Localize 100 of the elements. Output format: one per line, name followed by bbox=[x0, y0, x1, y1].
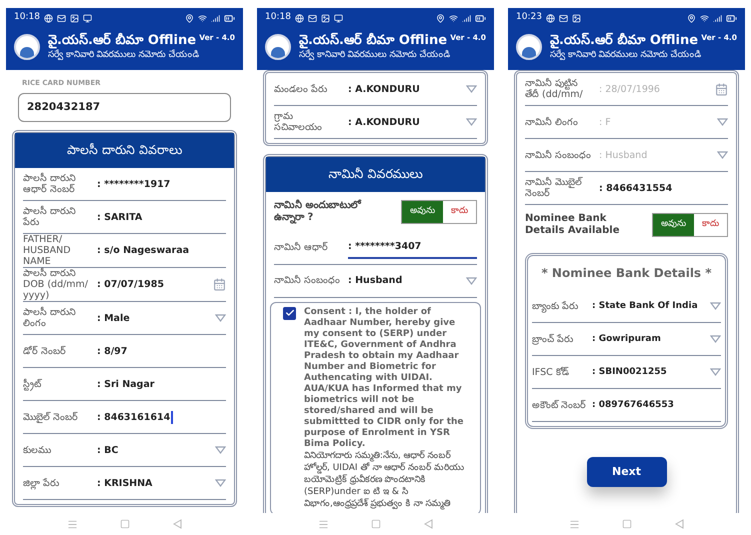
dropdown-triangle-icon[interactable] bbox=[215, 446, 226, 454]
field-label: డోర్ నెంబర్ bbox=[23, 346, 68, 356]
logo-icon bbox=[516, 34, 542, 60]
consent-text-telugu: వినియోగదారు సమ్మతి:నేను, ఆధార్ నంబర్ హోల్డర్, UIDAI తో నా ఆధార్ నంబర్ మరియు బయోమెట్రిక్ ధ్రువీకరణ పొందటానికి (SERP)under ఐ టి ఇ & సి విభాగం,ఆంధ్రప్రదేశ్ ప్రభుత్వం కి నా సమ్మతి bbox=[304, 450, 465, 510]
field-value[interactable]: : State Bank Of India bbox=[592, 300, 698, 312]
screen-icon bbox=[334, 14, 343, 22]
field-label: నామినీ లింగం bbox=[525, 116, 580, 128]
next-button[interactable]: Next bbox=[586, 457, 666, 487]
calendar-icon[interactable] bbox=[213, 278, 226, 291]
question-label: నామినీ అందుబాటులో ఉన్నారా ? bbox=[274, 200, 362, 224]
location-icon bbox=[687, 14, 696, 22]
mail-icon bbox=[558, 14, 568, 22]
battery-icon bbox=[726, 12, 737, 24]
wifi-icon bbox=[449, 14, 458, 22]
field-value[interactable]: : 8/97 bbox=[97, 344, 128, 358]
field-value[interactable]: : s/o Nageswaraa bbox=[97, 244, 190, 257]
field-label: IFSC కోడ్ bbox=[532, 366, 570, 378]
app-title: వై.యస్.ఆర్ బీమా Offline bbox=[48, 32, 196, 49]
logo-icon bbox=[265, 34, 291, 60]
field-label: నామినీ ఆధార్ bbox=[274, 242, 330, 254]
field-label: అకౌంట్ నెంబర్ bbox=[532, 400, 588, 410]
dropdown-triangle-icon[interactable] bbox=[710, 368, 721, 376]
field-label: కులము bbox=[23, 444, 52, 456]
back-icon[interactable] bbox=[172, 519, 182, 529]
dropdown-triangle-icon[interactable] bbox=[215, 479, 226, 487]
wifi-icon bbox=[700, 14, 709, 22]
rice-card-input[interactable]: 2820432187 bbox=[18, 92, 231, 122]
image-icon bbox=[572, 14, 581, 22]
field-value[interactable]: : SARITA bbox=[97, 210, 142, 224]
field-label: FATHER/ HUSBAND NAME bbox=[23, 234, 72, 267]
field-label: బ్యాంకు పేరు bbox=[532, 300, 580, 312]
mail-icon bbox=[308, 14, 317, 22]
consent-checkbox[interactable] bbox=[283, 306, 296, 320]
field-value[interactable]: : 8466431554 bbox=[599, 182, 672, 194]
field-value[interactable]: : Husband bbox=[348, 274, 402, 288]
location-icon bbox=[185, 14, 194, 22]
menu-icon[interactable] bbox=[67, 518, 78, 530]
field-label: పాలసీ దారుని పేరు bbox=[23, 206, 78, 228]
menu-icon[interactable] bbox=[318, 518, 330, 530]
dropdown-triangle-icon[interactable] bbox=[466, 85, 477, 93]
status-time: 10:23 bbox=[516, 11, 542, 24]
status-time: 10:18 bbox=[14, 11, 40, 24]
menu-icon[interactable] bbox=[569, 518, 580, 530]
dropdown-triangle-icon[interactable] bbox=[717, 151, 728, 159]
field-value[interactable]: : 089767646553 bbox=[592, 398, 674, 412]
input-underline[interactable]: : ********3407 bbox=[348, 236, 477, 260]
field-label: పాలసీ దారుని DOB (dd/mm/ yyyy) bbox=[23, 268, 90, 301]
field-label: నామినీ సంబంధం bbox=[274, 275, 342, 286]
field-label: జిల్లా పేరు bbox=[23, 478, 60, 488]
battery-icon bbox=[224, 12, 235, 24]
field-value[interactable]: : 8463161614 bbox=[97, 410, 174, 424]
field-label: నామినీ సంబంధం bbox=[525, 150, 592, 160]
app-subtitle: సర్వే కానివారి వివరములు నమోదు చేయండి bbox=[48, 49, 200, 62]
wifi-icon bbox=[198, 14, 207, 22]
field-value[interactable]: : Male bbox=[97, 312, 130, 324]
back-icon[interactable] bbox=[424, 519, 433, 529]
location-icon bbox=[436, 14, 445, 22]
dropdown-triangle-icon[interactable] bbox=[710, 302, 721, 310]
home-square-icon[interactable] bbox=[622, 519, 632, 529]
logo-icon bbox=[14, 34, 40, 60]
dropdown-triangle-icon[interactable] bbox=[215, 314, 226, 322]
toggle-option[interactable]: అవును bbox=[653, 214, 694, 236]
dropdown-triangle-icon[interactable] bbox=[466, 118, 477, 126]
dropdown-triangle-icon[interactable] bbox=[717, 118, 728, 126]
field-label: పాలసీ దారుని లింగం bbox=[23, 307, 78, 329]
home-square-icon[interactable] bbox=[371, 519, 382, 529]
battery-icon bbox=[475, 12, 486, 24]
field-value[interactable]: : A.KONDURU bbox=[348, 116, 420, 128]
field-value[interactable]: : BC bbox=[97, 444, 118, 456]
field-value[interactable]: : Sri Nagar bbox=[97, 378, 154, 390]
image-icon bbox=[70, 14, 79, 22]
signal-icon bbox=[462, 14, 471, 22]
toggle-option[interactable]: అవును bbox=[402, 201, 443, 222]
field-value[interactable]: : 07/07/1985 bbox=[97, 278, 164, 291]
field-label: బ్రాంచ్ పేరు bbox=[532, 334, 574, 344]
dropdown-triangle-icon[interactable] bbox=[710, 335, 721, 343]
app-title: వై.యస్.ఆర్ బీమా Offline bbox=[550, 32, 698, 49]
back-icon[interactable] bbox=[674, 519, 684, 529]
field-value[interactable]: : SBIN0021255 bbox=[592, 366, 667, 378]
field-value[interactable]: : Gowripuram bbox=[592, 332, 661, 346]
consent-text: Consent : I, the holder of Aadhaar Number, hereby give my consent to (SERP) under ITE&C, Government of Andhra Pradesh to obtain my Aadhaar Number and Biometric for Authencating with UIDAI. AUA/KUA has Informed that my biometrics will not be stored/shared and will be submittted to CIDR only for the purpose of Enrolment in YSR Bima Policy. bbox=[304, 306, 465, 450]
image-icon bbox=[320, 14, 330, 22]
field-label: మొబైల్ నెంబర్ bbox=[23, 412, 80, 422]
dropdown-triangle-icon[interactable] bbox=[466, 276, 477, 285]
field-label: స్ట్రీట్ bbox=[23, 378, 43, 390]
mail-icon bbox=[56, 14, 66, 22]
field-label: పాలసీ దారుని ఆధార్ నెంబర్ bbox=[23, 173, 78, 195]
home-square-icon[interactable] bbox=[120, 519, 130, 529]
card-heading: * Nominee Bank Details * bbox=[540, 265, 713, 282]
screen-icon bbox=[82, 14, 92, 22]
signal-icon bbox=[713, 14, 722, 22]
globe-icon bbox=[546, 14, 555, 22]
field-value[interactable]: : A.KONDURU bbox=[348, 82, 420, 96]
panel-heading: పాలసీ దారుని వివరాలు bbox=[15, 133, 234, 168]
field-value[interactable]: : KRISHNA bbox=[97, 476, 152, 490]
status-time: 10:18 bbox=[265, 11, 291, 24]
field-value[interactable]: : ********3407 bbox=[348, 240, 422, 254]
calendar-icon[interactable] bbox=[715, 82, 728, 96]
field-label: నామినీ పుట్టిన తేదీ (dd/mm/ bbox=[525, 78, 584, 100]
field-value[interactable]: : ********1917 bbox=[97, 178, 170, 190]
